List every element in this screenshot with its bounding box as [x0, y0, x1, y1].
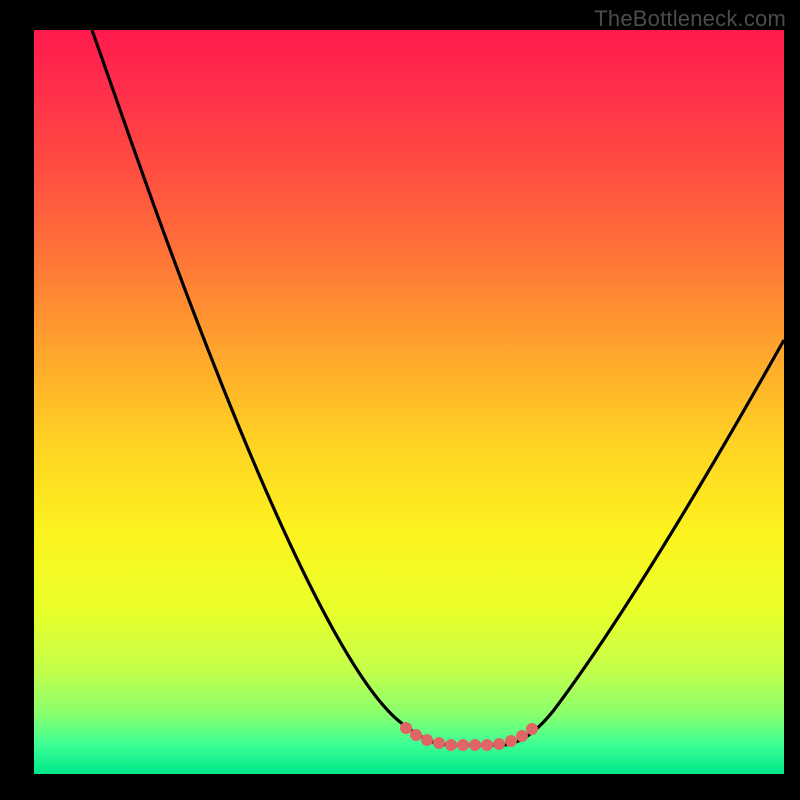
watermark-text: TheBottleneck.com: [594, 6, 786, 32]
curve-path: [92, 30, 784, 745]
chart-frame: TheBottleneck.com: [0, 0, 800, 800]
plot-area: [34, 30, 784, 774]
optimal-range-dots: [400, 722, 538, 751]
bottleneck-curve: [34, 30, 784, 774]
